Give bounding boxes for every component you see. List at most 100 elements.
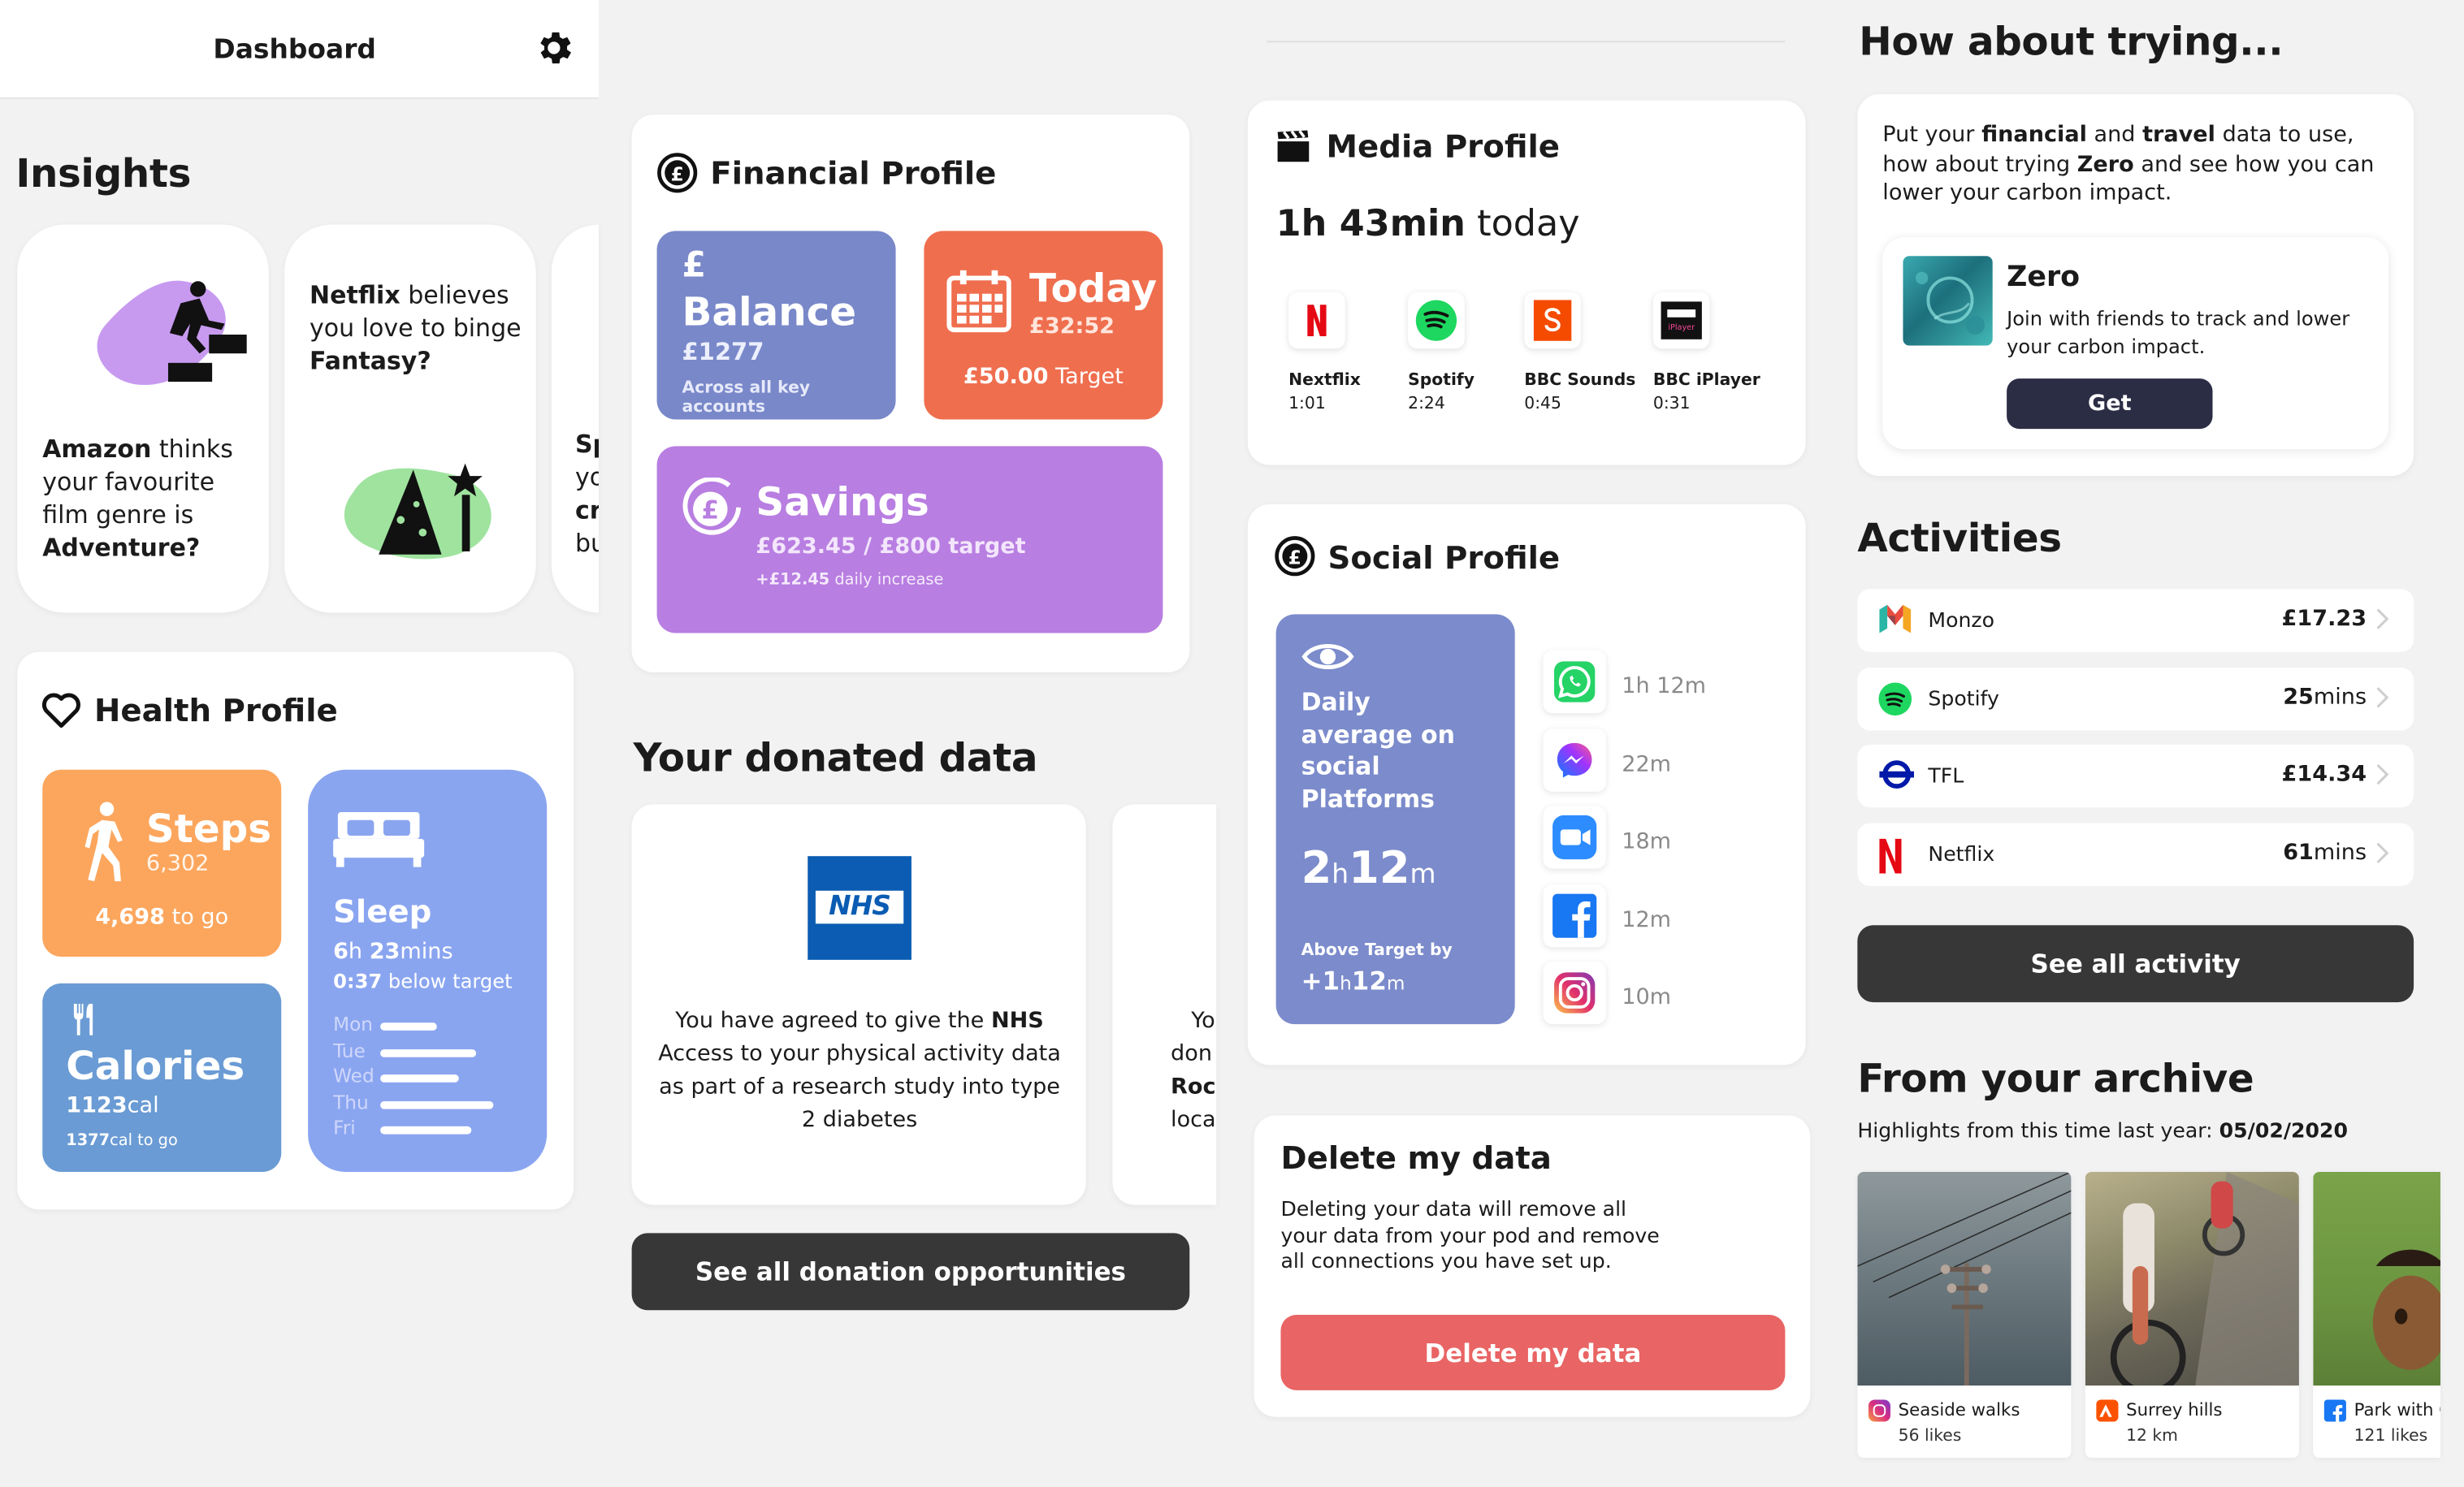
- insight-text-line: Sp: [574, 430, 599, 459]
- insight-card-partial[interactable]: Sp yo cr bu: [551, 224, 599, 613]
- spotify-icon-glyph: [1415, 300, 1457, 341]
- svg-text:£: £: [1288, 547, 1301, 568]
- sleep-day-label: Fri: [333, 1117, 356, 1139]
- photo-title: Surrey hills: [2126, 1399, 2223, 1420]
- page-title: Dashboard: [213, 34, 376, 67]
- social-app-time: 12m: [1622, 907, 1672, 933]
- calories-tile[interactable]: Calories 1123cal 1377cal to go: [42, 983, 282, 1172]
- activity-value: 61mins: [2283, 840, 2367, 866]
- whatsapp-icon[interactable]: [1543, 650, 1606, 714]
- photo-meta: 121 likes: [2354, 1426, 2428, 1446]
- social-average-label: Daily average on social Platforms: [1301, 688, 1455, 814]
- zoom-icon[interactable]: [1543, 806, 1606, 869]
- insight-text: Netflix believes you love to binge Fanta…: [310, 281, 522, 376]
- walking-icon: [80, 801, 131, 883]
- delete-data-button[interactable]: Delete my data: [1280, 1315, 1786, 1390]
- chevron-right-icon: [2375, 685, 2390, 710]
- gear-icon[interactable]: [533, 27, 575, 69]
- svg-text:£: £: [671, 163, 684, 185]
- photo-meta: 12 km: [2126, 1426, 2178, 1446]
- insight-card-amazon[interactable]: Amazon thinks your favourite film genre …: [17, 224, 269, 613]
- how-about-trying-heading: How about trying...: [1859, 19, 2284, 65]
- donation-card-partial[interactable]: Yo don Roch loca: [1112, 804, 1217, 1205]
- svg-text:iPlayer: iPlayer: [1668, 323, 1695, 332]
- activity-name: Spotify: [1928, 687, 1999, 711]
- sleep-day-label: Wed: [333, 1065, 375, 1087]
- media-total-today: 1h 43min today: [1275, 204, 1580, 245]
- donated-data-heading: Your donated data: [633, 735, 1038, 781]
- facebook-icon[interactable]: [1543, 884, 1606, 947]
- zero-app-name: Zero: [2007, 261, 2081, 294]
- activity-row[interactable]: TFL £14.34: [1857, 745, 2414, 808]
- media-app-name: BBC iPlayer: [1652, 370, 1760, 390]
- activity-value: £14.34: [2281, 762, 2367, 788]
- steps-label: Steps: [145, 806, 272, 852]
- messenger-icon[interactable]: [1543, 728, 1606, 791]
- strava-icon: [2096, 1399, 2119, 1422]
- above-target-value: +1h12m: [1301, 966, 1405, 996]
- financial-profile-title: Financial Profile: [710, 153, 997, 192]
- savings-coin-icon: £: [682, 477, 744, 538]
- today-amount: £32:52: [1028, 313, 1115, 339]
- instagram-icon: [1868, 1399, 1890, 1422]
- sleep-day-label: Thu: [333, 1091, 369, 1113]
- facebook-icon: [2323, 1399, 2346, 1424]
- get-button[interactable]: Get: [2007, 378, 2213, 430]
- heart-icon: [41, 691, 81, 728]
- park-photo: [2313, 1171, 2440, 1386]
- sleep-label: Sleep: [333, 892, 432, 931]
- see-all-activity-button[interactable]: See all activity: [1857, 925, 2414, 1003]
- donation-text-line: loca: [1171, 1107, 1216, 1133]
- pound-coin-icon: £: [1275, 536, 1315, 577]
- insight-text-line: bu: [574, 529, 599, 558]
- calories-value: 1123cal: [66, 1093, 159, 1119]
- archive-heading: From your archive: [1857, 1055, 2254, 1101]
- media-app-time: 0:31: [1652, 394, 1691, 413]
- netflix-icon[interactable]: [1288, 292, 1345, 349]
- netflix-icon: [1878, 837, 1916, 875]
- bbc-sounds-icon[interactable]: [1524, 292, 1581, 349]
- sleep-bar: [380, 1074, 460, 1083]
- instagram-icon[interactable]: [1543, 961, 1606, 1025]
- activity-row[interactable]: Netflix 61mins: [1857, 823, 2414, 886]
- delete-data-body: Deleting your data will remove all your …: [1280, 1198, 1660, 1274]
- media-app-time: 2:24: [1408, 394, 1445, 413]
- health-profile-title: Health Profile: [94, 691, 338, 729]
- bbc-iplayer-icon[interactable]: iPlayer: [1652, 292, 1710, 349]
- media-profile-title: Media Profile: [1326, 127, 1561, 166]
- savings-tile[interactable]: £ Savings £623.45 / £800 target +£12.45 …: [656, 446, 1163, 633]
- media-app-name: Spotify: [1408, 370, 1475, 390]
- today-target: £50.00 Target: [963, 364, 1124, 390]
- sleep-bar: [380, 1126, 471, 1135]
- activity-name: Netflix: [1928, 843, 1995, 867]
- balance-tile[interactable]: £ Balance £1277 Across all key accounts: [656, 231, 896, 420]
- social-average-tile[interactable]: Daily average on social Platforms 2h12m …: [1275, 614, 1515, 1025]
- media-app-time: 0:45: [1524, 394, 1561, 413]
- donation-text-line: don: [1171, 1041, 1212, 1067]
- eye-icon: [1301, 639, 1355, 674]
- chevron-right-icon: [2375, 607, 2390, 632]
- suggestion-text: Put your financial and travel data to us…: [1882, 122, 2375, 206]
- today-tile[interactable]: Today £32:52 £50.00 Target: [924, 231, 1163, 420]
- above-target-label: Above Target by: [1301, 940, 1453, 960]
- activity-row[interactable]: Spotify 25mins: [1857, 667, 2414, 730]
- savings-increase: +£12.45 daily increase: [756, 572, 944, 590]
- clapperboard-icon: [1276, 129, 1311, 164]
- activity-row[interactable]: Monzo £17.23: [1857, 589, 2414, 652]
- steps-tile[interactable]: Steps 6,302 4,698 to go: [42, 769, 282, 957]
- insight-card-netflix[interactable]: Netflix believes you love to binge Fanta…: [284, 224, 536, 613]
- pound-coin-icon: £: [657, 153, 698, 193]
- archive-photo-card[interactable]: Surrey hills 12 km: [2085, 1171, 2299, 1459]
- today-label: Today: [1028, 265, 1158, 311]
- donation-card-nhs[interactable]: NHS You have agreed to give the NHS Acce…: [631, 804, 1086, 1205]
- archive-photo-card[interactable]: Park with O 121 likes: [2313, 1171, 2440, 1459]
- balance-label: Balance: [682, 288, 857, 335]
- spotify-icon[interactable]: [1408, 292, 1465, 349]
- media-app-name: Nextflix: [1288, 370, 1361, 390]
- monzo-icon: [1878, 603, 1916, 641]
- svg-text:£: £: [702, 495, 720, 525]
- social-app-time: 10m: [1622, 984, 1672, 1010]
- calories-to-go: 1377cal to go: [66, 1132, 178, 1150]
- see-all-donations-button[interactable]: See all donation opportunities: [631, 1233, 1190, 1311]
- archive-photo-card[interactable]: Seaside walks 56 likes: [1857, 1171, 2072, 1459]
